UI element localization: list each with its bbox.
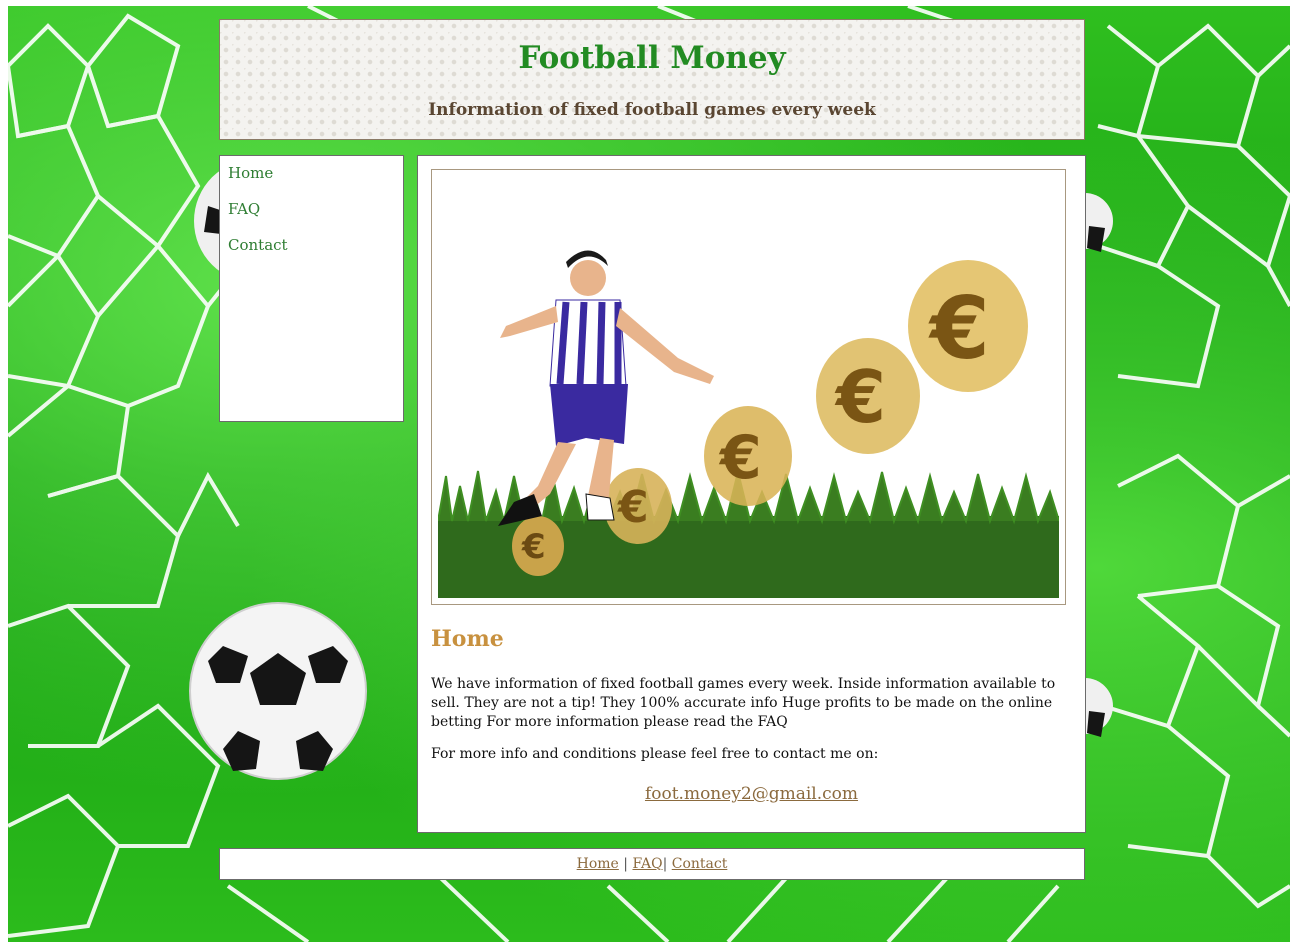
contact-text: For more info and conditions please feel…	[431, 746, 879, 762]
sidebar-item-home[interactable]: Home	[228, 164, 403, 183]
svg-text:€: €	[521, 527, 546, 567]
footer-link-home[interactable]: Home	[577, 856, 619, 872]
site-footer: Home | FAQ| Contact	[219, 848, 1085, 880]
footer-separator: |	[662, 856, 668, 872]
site-header: Football Money Information of fixed foot…	[219, 19, 1085, 140]
footer-separator: |	[623, 856, 629, 872]
footballer-kicking-euro-coins-image: € € € € €	[438, 176, 1059, 598]
main-content: € € € € € Home We have information of fi…	[417, 155, 1086, 833]
svg-text:€: €	[834, 355, 886, 439]
svg-text:€: €	[718, 423, 762, 493]
sidebar-item-contact[interactable]: Contact	[228, 236, 403, 255]
page-heading: Home	[431, 626, 504, 652]
site-title: Football Money	[518, 40, 786, 76]
svg-text:€: €	[928, 279, 990, 379]
sidebar-nav: Home FAQ Contact	[219, 155, 404, 422]
hero-image-frame: € € € € €	[431, 169, 1066, 605]
soccer-ball-icon	[189, 602, 367, 780]
intro-paragraph: We have information of fixed football ga…	[431, 676, 1056, 730]
email-link[interactable]: foot.money2@gmail.com	[418, 784, 1085, 804]
site-tagline: Information of fixed football games ever…	[428, 100, 876, 120]
footer-link-contact[interactable]: Contact	[672, 856, 728, 872]
footer-link-faq[interactable]: FAQ	[632, 856, 662, 872]
sidebar-item-faq[interactable]: FAQ	[228, 200, 403, 219]
svg-text:€: €	[617, 482, 649, 533]
